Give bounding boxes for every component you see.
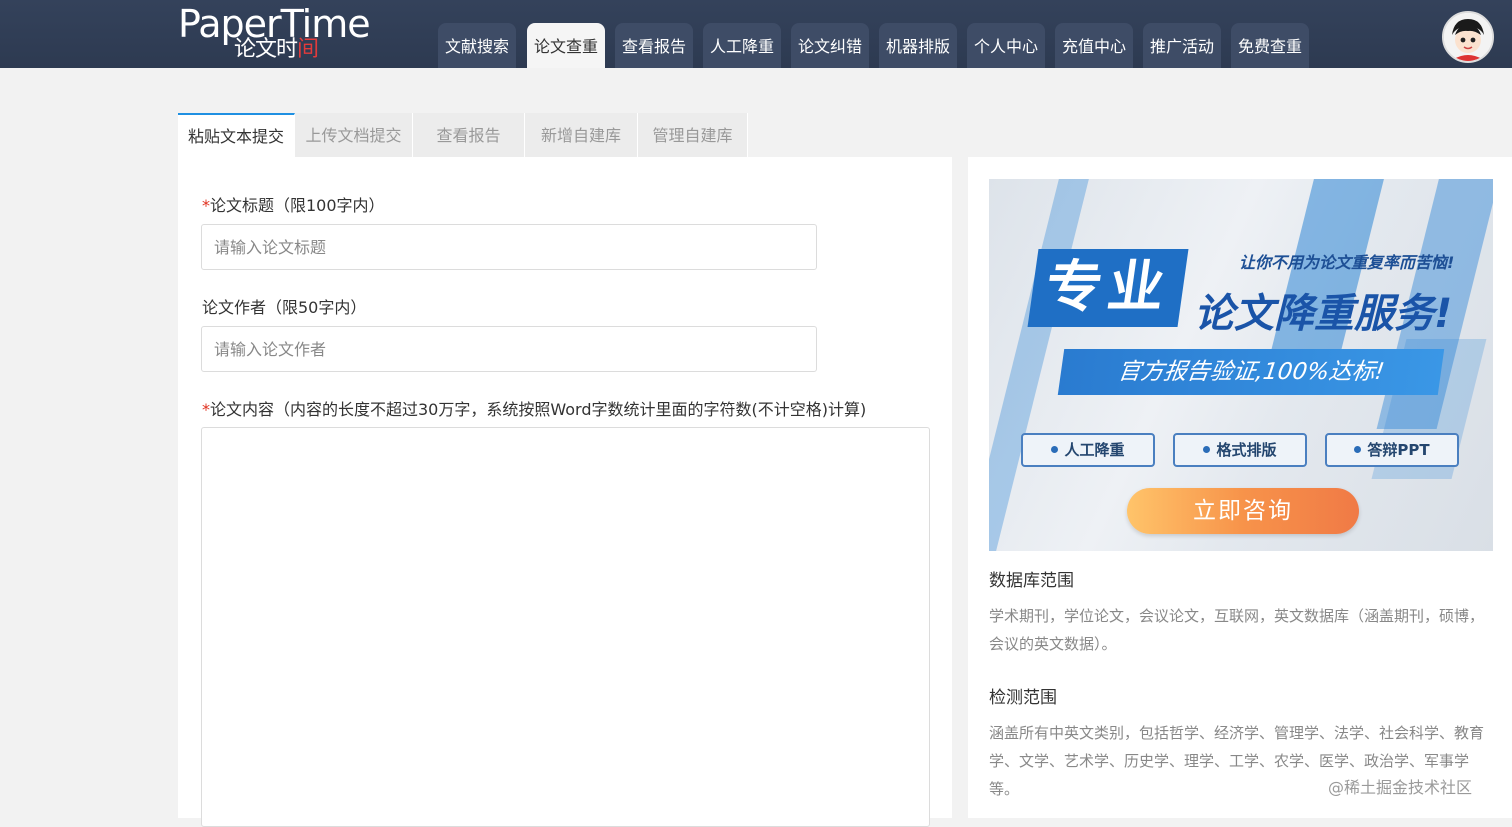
nav-item-auto-format[interactable]: 机器排版	[879, 23, 957, 68]
nav-item-view-report[interactable]: 查看报告	[615, 23, 693, 68]
nav-item-error-correction[interactable]: 论文纠错	[791, 23, 869, 68]
nav-item-free-check[interactable]: 免费查重	[1231, 23, 1309, 68]
banner-button-format[interactable]: 格式排版	[1173, 433, 1307, 467]
banner-button-label: 人工降重	[1064, 441, 1125, 459]
required-mark: *	[202, 196, 210, 215]
logo-subtext-a: 论文时	[234, 37, 298, 62]
banner-button-label: 格式排版	[1216, 441, 1277, 459]
nav-item-plagiarism-check[interactable]: 论文查重	[527, 23, 605, 68]
avatar-icon	[1444, 13, 1492, 61]
banner-button-label: 答辩PPT	[1367, 441, 1430, 459]
nav-item-recharge[interactable]: 充值中心	[1055, 23, 1133, 68]
banner-subtitle: 让你不用为论文重复率而苦恼!	[1239, 253, 1455, 272]
required-mark: *	[202, 400, 210, 419]
tab-add-custom-library[interactable]: 新增自建库	[525, 113, 638, 157]
author-input[interactable]	[201, 326, 817, 372]
submit-form-panel: *论文标题（限100字内） 论文作者（限50字内） *论文内容（内容的长度不超过…	[178, 157, 952, 827]
info-sidebar: 专业 让你不用为论文重复率而苦恼! 论文降重服务! 官方报告验证,100%达标!…	[968, 157, 1512, 818]
nav-item-manual-rewrite[interactable]: 人工降重	[703, 23, 781, 68]
tab-upload-document[interactable]: 上传文档提交	[295, 113, 413, 157]
nav-item-personal-center[interactable]: 个人中心	[967, 23, 1045, 68]
content-label: *论文内容（内容的长度不超过30万字，系统按照Word字数统计里面的字符数(不计…	[202, 396, 866, 420]
title-label: *论文标题（限100字内）	[202, 192, 385, 216]
banner-strip: 官方报告验证,100%达标!	[1057, 349, 1445, 395]
tab-manage-custom-library[interactable]: 管理自建库	[638, 113, 748, 157]
content-label-text: 论文内容（内容的长度不超过30万字，系统按照Word字数统计里面的字符数(不计空…	[210, 400, 867, 419]
top-nav-bar: PaperTime 论文时间 文献搜索 论文查重 查看报告 人工降重 论文纠错 …	[0, 0, 1512, 68]
papertime-logo[interactable]: PaperTime 论文时间	[178, 2, 388, 66]
author-label: 论文作者（限50字内）	[202, 298, 367, 317]
logo-subtext-b: 间	[297, 37, 319, 62]
nav-item-promotion[interactable]: 推广活动	[1143, 23, 1221, 68]
bullet-icon	[1051, 446, 1059, 453]
user-avatar[interactable]	[1442, 11, 1494, 63]
title-input[interactable]	[201, 224, 817, 270]
content-textarea[interactable]	[201, 427, 930, 827]
watermark: @稀土掘金技术社区	[1328, 778, 1473, 797]
tab-view-report[interactable]: 查看报告	[413, 113, 525, 157]
banner-button-manual-rewrite[interactable]: 人工降重	[1021, 433, 1155, 467]
detection-scope-title: 检测范围	[989, 688, 1057, 708]
banner-main-title: 论文降重服务!	[1194, 291, 1453, 337]
logo-subtext: 论文时间	[234, 36, 319, 64]
bullet-icon	[1354, 446, 1362, 453]
banner-tag: 专业	[1027, 249, 1189, 327]
consult-now-button[interactable]: 立即咨询	[1127, 488, 1359, 534]
database-scope-title: 数据库范围	[989, 571, 1074, 591]
promo-banner[interactable]: 专业 让你不用为论文重复率而苦恼! 论文降重服务! 官方报告验证,100%达标!…	[989, 179, 1493, 551]
banner-button-defense-ppt[interactable]: 答辩PPT	[1325, 433, 1459, 467]
bullet-icon	[1203, 446, 1211, 453]
title-label-text: 论文标题（限100字内）	[210, 196, 385, 215]
nav-item-literature-search[interactable]: 文献搜索	[438, 23, 516, 68]
tab-paste-text[interactable]: 粘贴文本提交	[178, 113, 295, 157]
database-scope-text: 学术期刊，学位论文，会议论文，互联网，英文数据库（涵盖期刊，硕博，会议的英文数据…	[989, 607, 1485, 653]
